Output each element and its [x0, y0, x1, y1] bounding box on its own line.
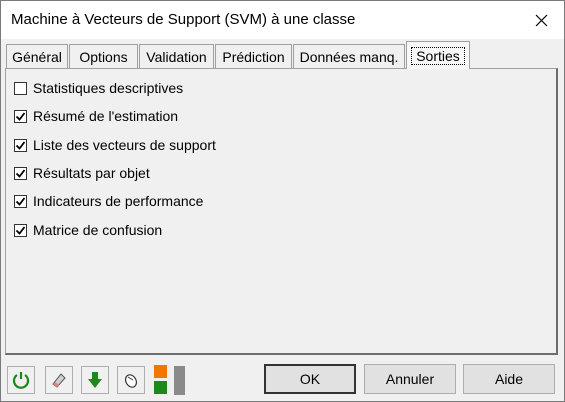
tab-validation[interactable]: Validation	[139, 44, 214, 68]
option-performance-indicators[interactable]: Indicateurs de performance	[14, 192, 203, 210]
check-icon	[15, 111, 26, 121]
reset-icon	[12, 372, 30, 389]
selection-mode-button[interactable]	[117, 366, 145, 394]
check-icon	[15, 140, 26, 150]
check-icon	[15, 196, 26, 206]
close-icon	[535, 14, 547, 26]
option-confusion-matrix[interactable]: Matrice de confusion	[14, 221, 162, 239]
reset-button[interactable]	[7, 366, 35, 394]
checkbox[interactable]	[14, 138, 27, 152]
tab-options[interactable]: Options	[69, 44, 138, 68]
tab-prediction[interactable]: Prédiction	[215, 44, 292, 68]
down-button[interactable]	[81, 366, 109, 394]
down-arrow-icon	[88, 372, 102, 388]
help-button[interactable]: Aide	[463, 364, 555, 394]
close-button[interactable]	[518, 1, 564, 39]
checkbox[interactable]	[14, 166, 27, 180]
cancel-button[interactable]: Annuler	[364, 364, 456, 394]
clear-button[interactable]	[45, 366, 73, 394]
check-icon	[15, 168, 26, 178]
checkbox[interactable]	[14, 109, 27, 123]
outputs-panel: Statistiques descriptives Résumé de l'es…	[5, 68, 558, 355]
mouse-icon	[124, 374, 138, 388]
title-bar: Machine à Vecteurs de Support (SVM) à un…	[1, 1, 564, 39]
green-swatch[interactable]	[154, 381, 167, 394]
orange-swatch[interactable]	[154, 365, 167, 378]
tab-missing-data[interactable]: Données manq.	[293, 44, 405, 68]
window-title: Machine à Vecteurs de Support (SVM) à un…	[11, 11, 356, 28]
option-support-vectors-list[interactable]: Liste des vecteurs de support	[14, 136, 216, 154]
option-results-by-object[interactable]: Résultats par objet	[14, 164, 150, 182]
separator-bar	[174, 366, 185, 395]
tab-general[interactable]: Général	[6, 44, 68, 68]
option-estimation-summary[interactable]: Résumé de l'estimation	[14, 107, 178, 125]
checkbox[interactable]	[14, 81, 27, 95]
button-bar: OK Annuler Aide	[1, 359, 564, 401]
eraser-icon	[52, 373, 66, 388]
option-descriptive-stats[interactable]: Statistiques descriptives	[14, 79, 183, 97]
ok-button[interactable]: OK	[264, 364, 356, 394]
checkbox[interactable]	[14, 194, 27, 208]
checkbox[interactable]	[14, 223, 27, 237]
tab-outputs[interactable]: Sorties	[406, 41, 470, 69]
dialog-window: Machine à Vecteurs de Support (SVM) à un…	[0, 0, 565, 402]
check-icon	[15, 225, 26, 235]
